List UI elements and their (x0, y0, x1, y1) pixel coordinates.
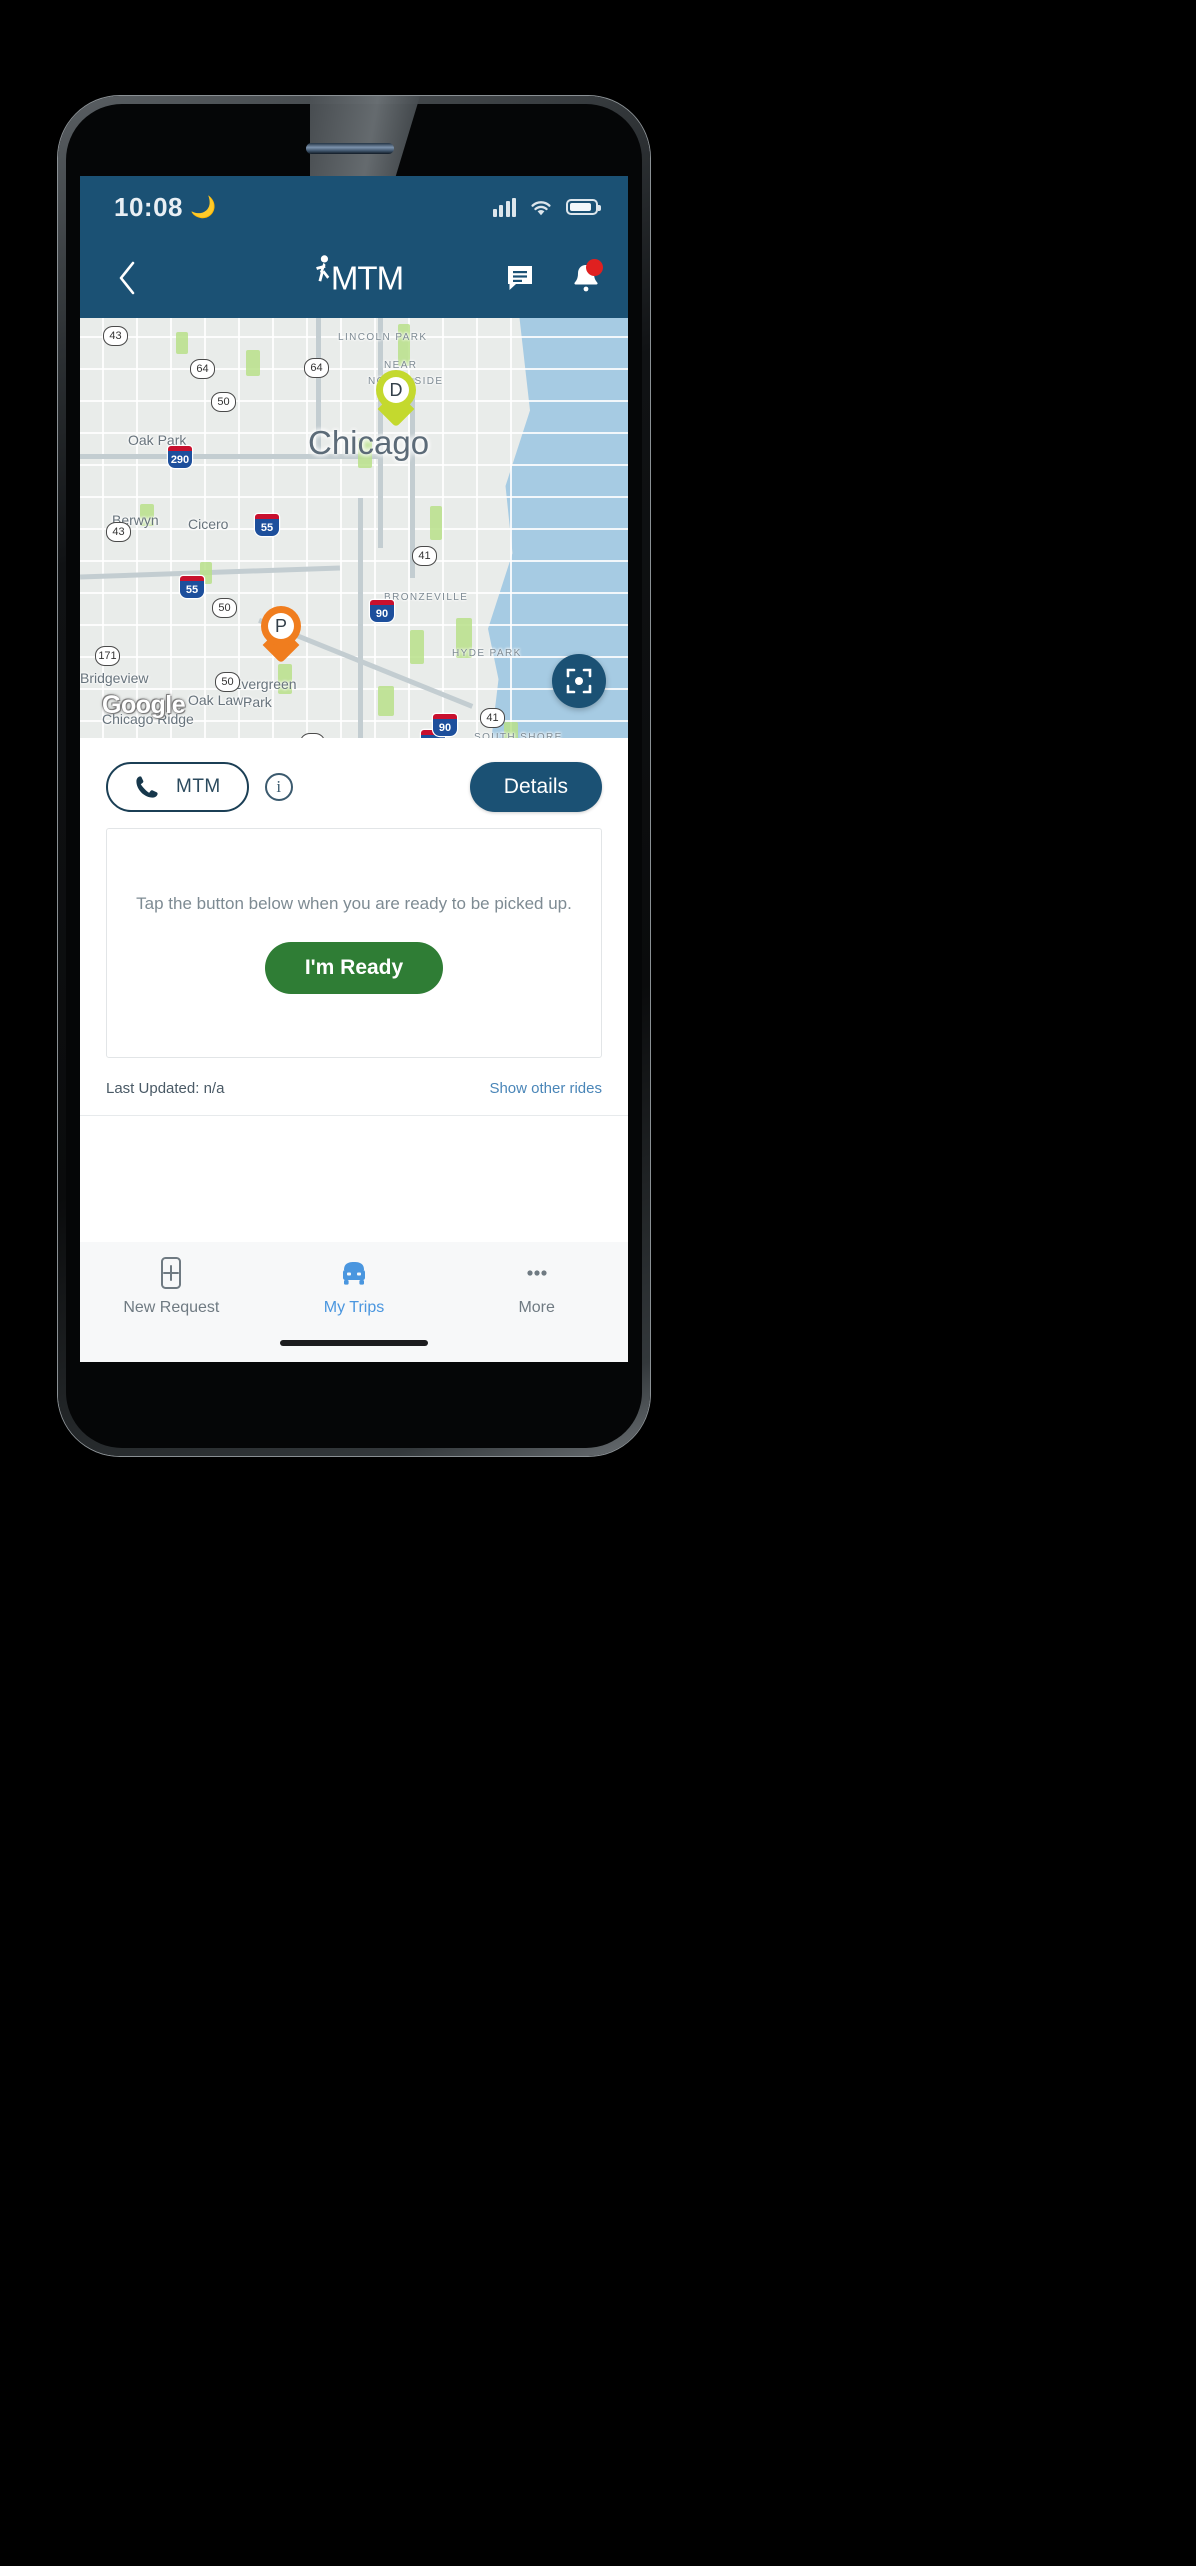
map-route-shield: 90 (370, 600, 394, 622)
ready-card: Tap the button below when you are ready … (106, 828, 602, 1058)
map-street (80, 464, 628, 466)
brand-name: MTM (330, 259, 404, 297)
map-park (378, 686, 394, 716)
map-street (80, 624, 628, 626)
crescent-moon-icon: 🌙 (190, 196, 217, 219)
map-route-shield: 50 (212, 598, 237, 618)
status-icons (492, 197, 601, 217)
home-indicator (280, 1340, 428, 1346)
header-actions (504, 259, 603, 294)
map-city-label-chicago: Chicago (308, 424, 430, 461)
phone-screen: 10:08 🌙 MTM LINCOLN PARK NEAR SIDE BRONZ… (80, 176, 628, 1362)
map-street (80, 528, 628, 530)
tab-more[interactable]: More (445, 1256, 628, 1317)
map-route-shield: 290 (168, 446, 192, 468)
pin-letter: P (268, 613, 294, 639)
show-other-rides-link[interactable]: Show other rides (489, 1080, 602, 1097)
mtm-person-logomark (316, 255, 330, 282)
tab-label-new-request: New Request (123, 1299, 220, 1316)
message-icon (508, 266, 532, 290)
map-neighborhood-label: HYDE PARK (452, 648, 522, 659)
app-header: MTM (80, 238, 628, 318)
map-town-label: Oak Lawn (188, 692, 252, 708)
recenter-button[interactable] (552, 654, 606, 708)
map-route-shield: 64 (190, 359, 215, 379)
map-view[interactable]: LINCOLN PARKNEARNORTH SIDEBRONZEVILLEHYD… (80, 318, 628, 738)
map-street (80, 400, 628, 402)
map-route-shield: 41 (412, 546, 437, 566)
info-circle-icon[interactable]: i (264, 773, 293, 801)
tab-label-my-trips: My Trips (323, 1299, 385, 1316)
map-highway (358, 498, 363, 738)
map-route-shield: 55 (255, 514, 279, 536)
notifications-button[interactable] (570, 259, 603, 294)
dropoff-marker[interactable]: D (376, 370, 416, 428)
trip-bottom-sheet: MTM i Details Tap the button below when … (80, 738, 628, 1362)
map-park (430, 506, 442, 540)
status-time-group: 10:08 🌙 (114, 192, 217, 223)
ellipsis-icon (527, 1270, 547, 1276)
details-button[interactable]: Details (469, 762, 602, 812)
chevron-left-icon (119, 261, 135, 295)
ready-prompt-text: Tap the button below when you are ready … (136, 893, 572, 913)
map-route-shield: 64 (304, 358, 329, 378)
map-street (80, 560, 628, 562)
pin-letter: D (383, 377, 409, 403)
sheet-action-row: MTM i Details (80, 738, 628, 828)
map-park (410, 630, 424, 664)
map-town-label: Park (243, 694, 272, 710)
mtm-brand-logo: MTM (305, 255, 404, 297)
im-ready-button[interactable]: I'm Ready (264, 942, 444, 995)
map-town-label: Bridgeview (80, 670, 149, 686)
messages-button[interactable] (504, 262, 536, 294)
notification-badge-dot (586, 259, 603, 276)
tab-my-trips[interactable]: My Trips (263, 1256, 446, 1317)
cellular-signal-icon (492, 197, 516, 217)
map-street (80, 688, 628, 690)
call-button-label: MTM (176, 776, 221, 797)
map-park (176, 332, 188, 354)
wifi-icon (531, 200, 551, 215)
map-town-label: Evergreen (232, 676, 297, 692)
map-neighborhood-label: BRONZEVILLE (384, 592, 469, 603)
map-route-shield: 41 (480, 708, 505, 728)
car-icon (343, 1262, 365, 1285)
add-request-icon (161, 1257, 182, 1289)
tab-label-more: More (518, 1299, 555, 1316)
map-street (80, 368, 628, 370)
status-bar: 10:08 🌙 (80, 176, 628, 238)
battery-icon (566, 199, 601, 215)
sheet-meta-row: Last Updated: n/a Show other rides (80, 1058, 628, 1116)
map-route-shield: 90 (433, 714, 457, 736)
earpiece-speaker (306, 143, 394, 154)
map-route-shield: 43 (106, 522, 131, 542)
pickup-marker[interactable]: P (261, 606, 301, 664)
map-street (80, 592, 628, 594)
map-route-shield: 50 (211, 392, 236, 412)
call-mtm-button[interactable]: MTM (106, 762, 249, 812)
map-route-shield: 171 (95, 646, 120, 666)
map-neighborhood-label: LINCOLN PARK (338, 332, 428, 343)
map-route-shield: 55 (180, 576, 204, 598)
map-route-shield: 50 (215, 672, 240, 692)
last-updated-label: Last Updated: n/a (106, 1080, 225, 1097)
google-attribution: Google (102, 691, 186, 719)
map-town-label: Cicero (188, 516, 229, 532)
recenter-crosshair-icon (566, 668, 592, 694)
status-time-label: 10:08 (114, 191, 183, 222)
map-route-shield: 43 (103, 326, 128, 346)
phone-icon (136, 776, 158, 798)
tab-new-request[interactable]: New Request (80, 1256, 263, 1317)
map-street (80, 496, 628, 498)
back-button[interactable] (106, 257, 148, 299)
map-park (246, 350, 260, 376)
